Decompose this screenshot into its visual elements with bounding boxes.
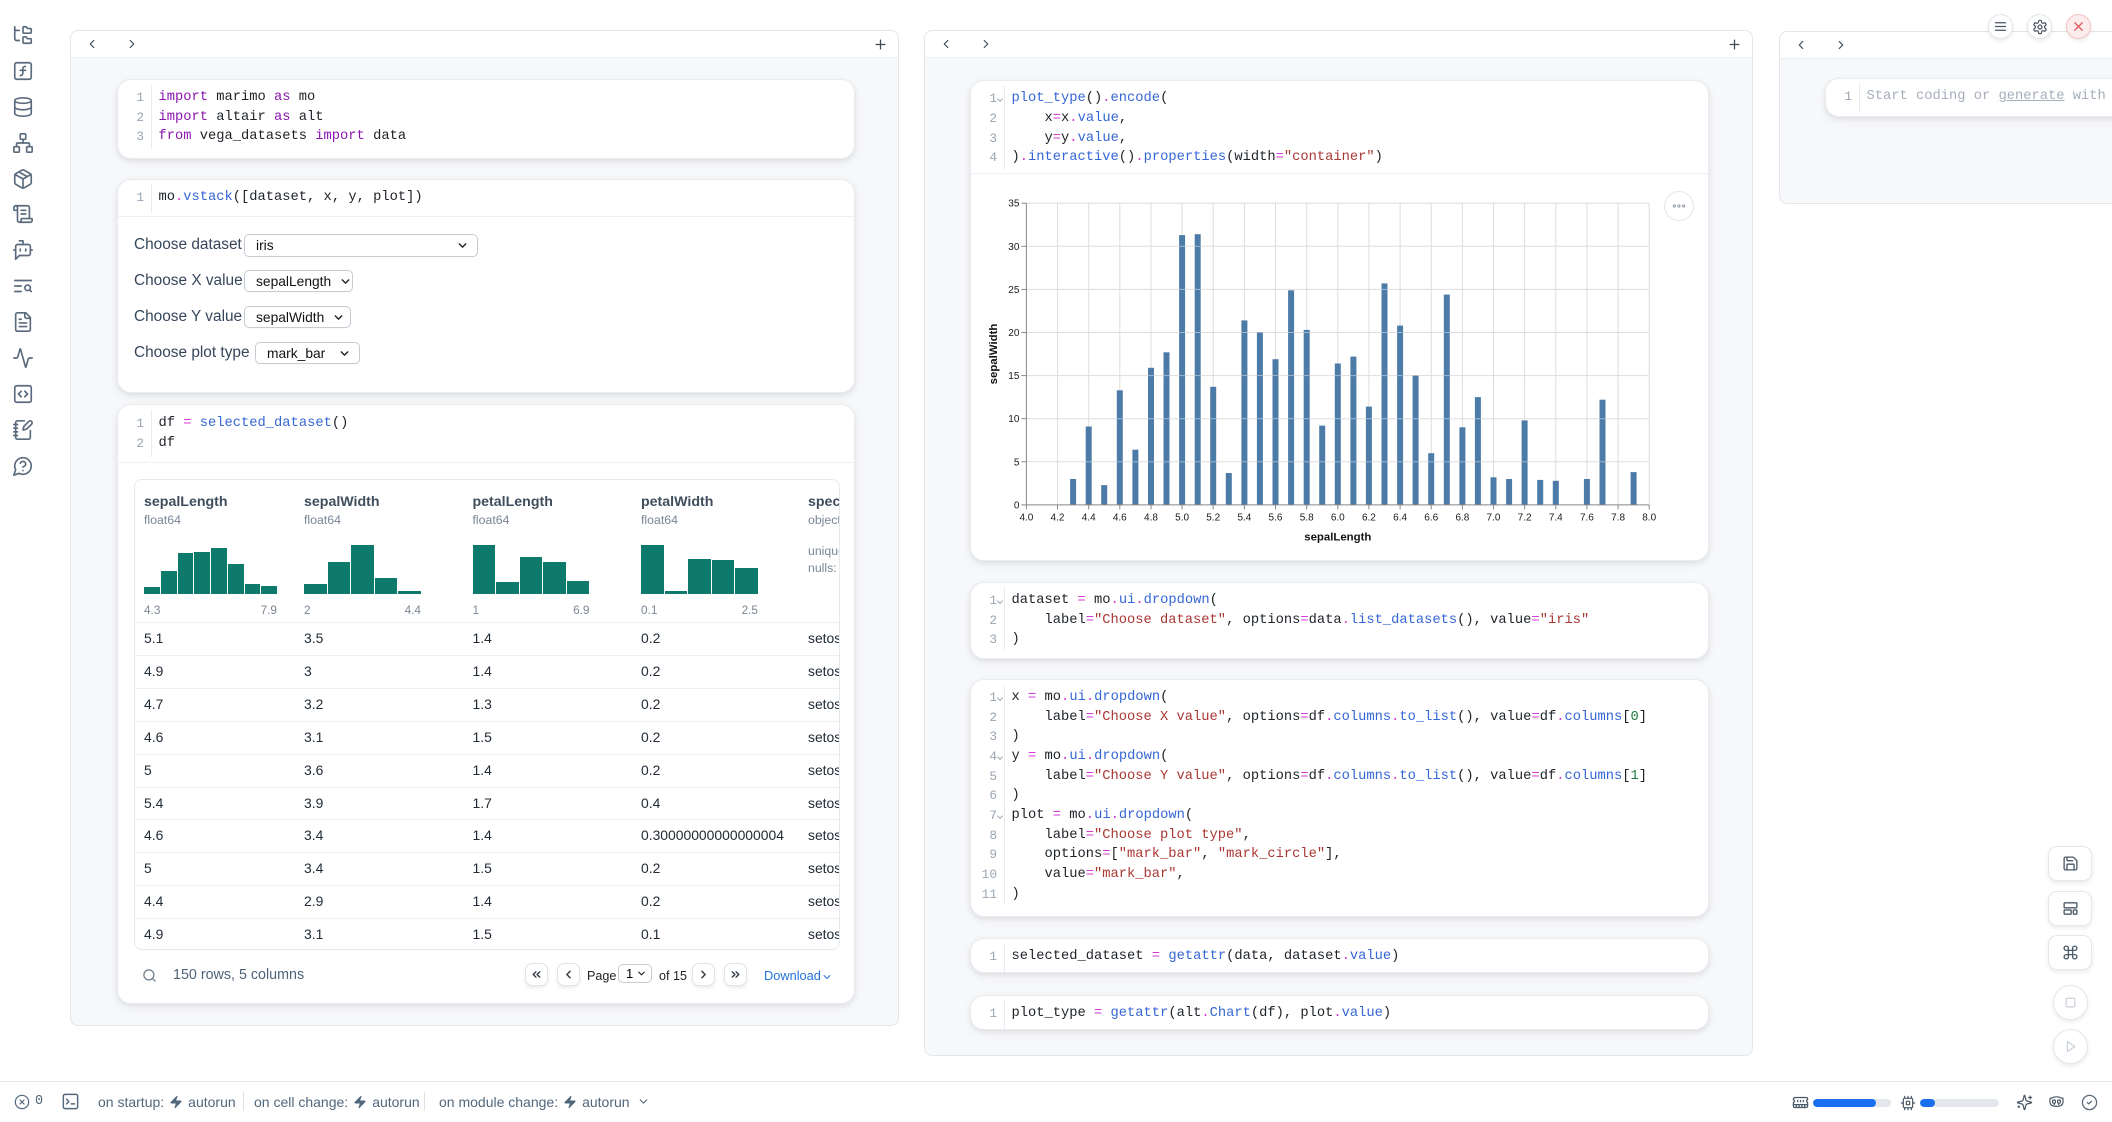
svg-text:35: 35 [1008, 199, 1020, 210]
svg-text:6.8: 6.8 [1455, 512, 1469, 523]
svg-text:6.2: 6.2 [1362, 512, 1376, 523]
svg-text:10: 10 [1008, 414, 1020, 425]
svg-text:4.6: 4.6 [1113, 512, 1127, 523]
svg-text:8.0: 8.0 [1642, 512, 1656, 523]
svg-text:4.0: 4.0 [1019, 512, 1033, 523]
svg-text:7.6: 7.6 [1580, 512, 1594, 523]
svg-text:6.6: 6.6 [1424, 512, 1438, 523]
svg-text:25: 25 [1008, 285, 1020, 296]
svg-text:5.2: 5.2 [1206, 512, 1220, 523]
svg-text:sepalWidth: sepalWidth [988, 324, 1000, 385]
svg-text:0: 0 [1014, 500, 1020, 511]
svg-text:5.0: 5.0 [1175, 512, 1189, 523]
svg-text:7.0: 7.0 [1487, 512, 1501, 523]
svg-text:4.2: 4.2 [1051, 512, 1065, 523]
svg-text:7.2: 7.2 [1518, 512, 1532, 523]
svg-text:sepalLength: sepalLength [1304, 532, 1371, 544]
svg-text:6.0: 6.0 [1331, 512, 1345, 523]
svg-text:20: 20 [1008, 328, 1020, 339]
svg-text:5.4: 5.4 [1237, 512, 1251, 523]
svg-text:7.8: 7.8 [1611, 512, 1625, 523]
svg-text:5.8: 5.8 [1300, 512, 1314, 523]
svg-text:4.4: 4.4 [1082, 512, 1096, 523]
svg-text:4.8: 4.8 [1144, 512, 1158, 523]
svg-text:6.4: 6.4 [1393, 512, 1407, 523]
svg-text:15: 15 [1008, 371, 1020, 382]
svg-text:30: 30 [1008, 242, 1020, 253]
svg-text:7.4: 7.4 [1549, 512, 1563, 523]
svg-text:5.6: 5.6 [1269, 512, 1283, 523]
svg-text:5: 5 [1014, 457, 1020, 468]
